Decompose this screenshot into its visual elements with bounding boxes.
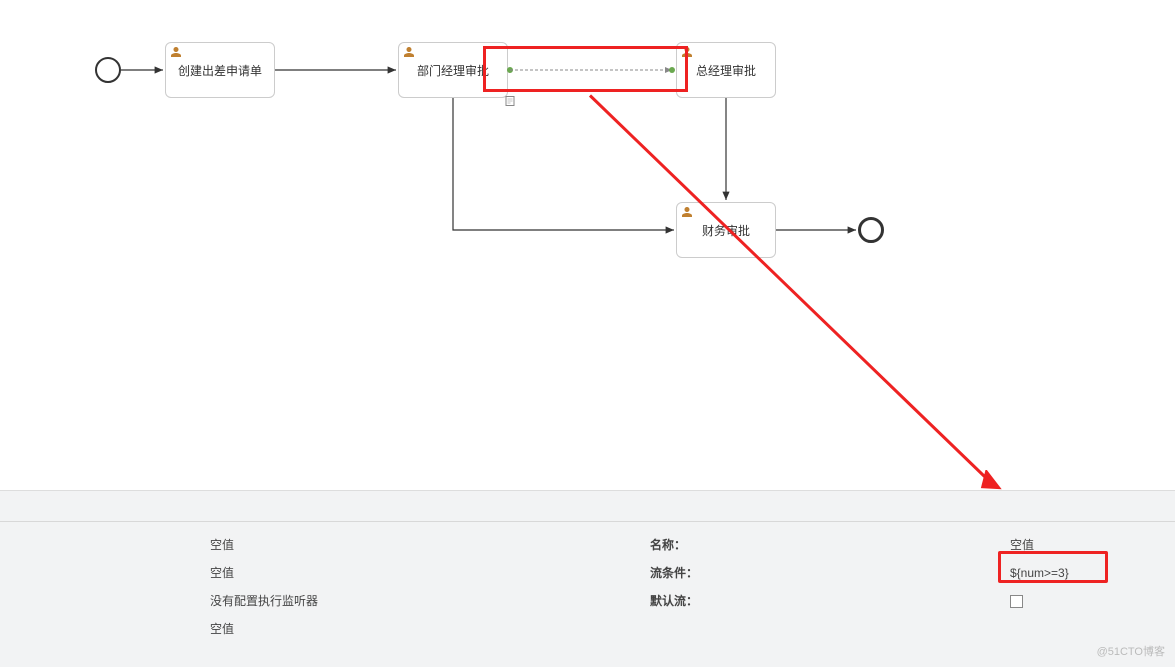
selection-highlight-value: [998, 551, 1108, 583]
value-default-flow[interactable]: [1010, 587, 1069, 615]
prop-left-1[interactable]: 空值: [210, 531, 318, 559]
label-name: 名称：: [650, 531, 698, 559]
prop-left-2[interactable]: 空值: [210, 559, 318, 587]
panel-divider: [0, 521, 1175, 522]
panel-left-column: 空值 空值 没有配置执行监听器 空值: [210, 531, 318, 643]
prop-left-4[interactable]: 空值: [210, 615, 318, 643]
selection-highlight-flow: [483, 46, 688, 92]
prop-left-3[interactable]: 没有配置执行监听器: [210, 587, 318, 615]
properties-panel: 空值 空值 没有配置执行监听器 空值 名称： 流条件： 默认流： 空值 ${nu…: [0, 490, 1175, 667]
panel-right-labels: 名称： 流条件： 默认流：: [650, 531, 698, 615]
label-default-flow: 默认流：: [650, 587, 698, 615]
watermark: @51CTO博客: [1097, 643, 1165, 659]
doc-icon: [504, 95, 516, 110]
label-flow-condition: 流条件：: [650, 559, 698, 587]
checkbox-default-flow[interactable]: [1010, 595, 1023, 608]
bpmn-canvas[interactable]: 创建出差申请单 部门经理审批 总经理审批 财务审批: [0, 0, 1175, 490]
